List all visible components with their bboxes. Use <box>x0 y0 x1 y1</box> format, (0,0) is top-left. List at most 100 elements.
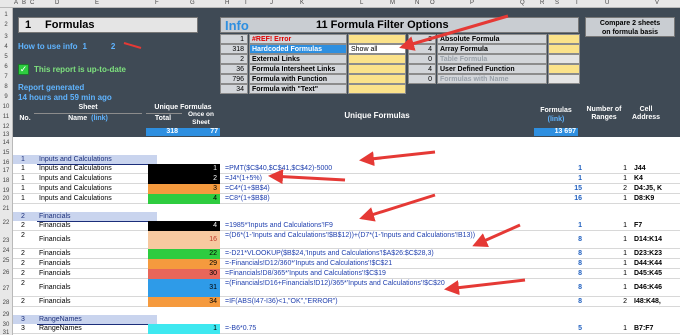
formula-count-link[interactable]: 8 <box>541 259 585 269</box>
column-letter[interactable]: M <box>390 0 395 6</box>
cell-address-link[interactable]: B7:F7 <box>631 324 680 334</box>
row-number[interactable]: 7 <box>0 74 12 80</box>
row-number[interactable]: 6 <box>0 64 12 70</box>
filter-option[interactable]: 36 Formula Intersheet Links <box>220 64 406 74</box>
formulas-link[interactable]: (link) <box>534 115 578 124</box>
table-row[interactable]: 2 Financials 16 =(D6*(1-'Inputs and Calcula… <box>13 231 680 249</box>
filter-option[interactable]: 0 Table Formula <box>408 54 580 64</box>
formula-count-link[interactable]: 1 <box>541 164 585 174</box>
cell-address-link[interactable]: D8:K9 <box>631 194 680 204</box>
row-number[interactable]: 25 <box>0 258 12 264</box>
column-letter[interactable]: P <box>470 0 474 6</box>
column-letter[interactable]: U <box>605 0 609 6</box>
filter-value-dropdown[interactable]: Show all <box>348 44 406 54</box>
row-number[interactable]: 3 <box>0 34 12 40</box>
row-number[interactable]: 17 <box>0 168 12 174</box>
sheet-name-link[interactable]: Inputs and Calculations <box>37 164 147 174</box>
filter-value-dropdown[interactable] <box>348 54 406 64</box>
column-letter[interactable]: T <box>575 0 579 6</box>
formula-count-link[interactable]: 8 <box>541 249 585 259</box>
filter-option[interactable]: 2 Absolute Formula <box>408 34 580 44</box>
filter-value-dropdown[interactable] <box>548 34 580 44</box>
filter-value-dropdown[interactable] <box>548 64 580 74</box>
cell-address-link[interactable]: D44:K44 <box>631 259 680 269</box>
column-letter[interactable]: F <box>155 0 159 6</box>
column-letter[interactable]: J <box>270 0 273 6</box>
table-row[interactable]: 2 Financials 4 =1985*'Inputs and Calculatio… <box>13 221 680 231</box>
cell-address-link[interactable]: I48:K48, <box>631 297 680 307</box>
table-row[interactable]: 2 Financials 29 =-Financials!D12/360*'Input… <box>13 259 680 269</box>
sheet-name-link[interactable]: Inputs and Calculations <box>37 194 147 204</box>
table-row[interactable]: 1 Inputs and Calculations 2 =J4*(1+5%) 1 1 K4 <box>13 174 680 184</box>
table-row[interactable]: 2 Financials 31 =(Financials!D16+Financials… <box>13 279 680 297</box>
cell-address-link[interactable]: K4 <box>631 174 680 184</box>
filter-value-dropdown[interactable] <box>548 54 580 64</box>
filter-value-dropdown[interactable] <box>348 64 406 74</box>
column-letter[interactable]: V <box>655 0 659 6</box>
formula-count-link[interactable]: 8 <box>541 297 585 307</box>
sheet-name-link[interactable]: Inputs and Calculations <box>37 174 147 184</box>
formula-count-link[interactable]: 1 <box>541 174 585 184</box>
row-number[interactable]: 21 <box>0 206 12 212</box>
column-letter[interactable]: S <box>555 0 559 6</box>
column-letter[interactable]: C <box>30 0 34 6</box>
info-link-2[interactable]: 2 <box>111 42 115 51</box>
row-number[interactable]: 16 <box>0 160 12 166</box>
row-number[interactable]: 5 <box>0 54 12 60</box>
row-number[interactable]: 19 <box>0 188 12 194</box>
sheet-name-link[interactable]: Financials <box>37 231 147 249</box>
filter-option[interactable]: 4 Array Formula <box>408 44 580 54</box>
row-number[interactable]: 12 <box>0 124 12 130</box>
filter-value-dropdown[interactable] <box>348 34 406 44</box>
row-number[interactable]: 28 <box>0 300 12 306</box>
filter-option[interactable]: 318 Hardcoded Formulas Show all <box>220 44 406 54</box>
sheet-name-link[interactable]: Financials <box>37 269 147 279</box>
cell-address-link[interactable]: J44 <box>631 164 680 174</box>
row-number[interactable]: 29 <box>0 312 12 318</box>
formula-count-link[interactable]: 8 <box>541 269 585 279</box>
filter-value-dropdown[interactable] <box>548 74 580 84</box>
filter-option[interactable]: 34 Formula with "Text" <box>220 84 406 94</box>
table-row[interactable]: 1 Inputs and Calculations 1 =PMT($C$40,$C$4… <box>13 164 680 174</box>
column-letter[interactable]: L <box>360 0 363 6</box>
row-number[interactable]: 15 <box>0 150 12 156</box>
sheet-name-link[interactable]: Financials <box>37 249 147 259</box>
row-number[interactable]: 1 <box>0 12 12 18</box>
sheet-name-link[interactable]: Inputs and Calculations <box>37 184 147 194</box>
compare-sheets-button[interactable]: Compare 2 sheets on formula basis <box>585 17 675 37</box>
filter-option[interactable]: 796 Formula with Function <box>220 74 406 84</box>
row-number[interactable]: 11 <box>0 114 12 120</box>
row-number[interactable]: 22 <box>0 220 12 226</box>
sheet-name-link[interactable]: Financials <box>37 297 147 307</box>
column-letter[interactable]: E <box>95 0 99 6</box>
sheet-name-link[interactable]: Financials <box>37 259 147 269</box>
filter-value-dropdown[interactable] <box>548 44 580 54</box>
row-number[interactable]: 2 <box>0 22 12 28</box>
column-letter[interactable]: H <box>225 0 229 6</box>
row-number[interactable]: 4 <box>0 44 12 50</box>
column-letter[interactable]: R <box>540 0 544 6</box>
filter-value-dropdown[interactable] <box>348 74 406 84</box>
sheet-name-link[interactable]: Financials <box>37 279 147 297</box>
formula-count-link[interactable]: 1 <box>541 221 585 231</box>
how-to-use-link[interactable]: How to use info <box>18 42 78 51</box>
filter-option[interactable]: 4 User Defined Function <box>408 64 580 74</box>
table-row[interactable]: 3 RangeNames 1 =-B6*0.75 5 1 B7:F7 <box>13 324 680 334</box>
row-number[interactable]: 8 <box>0 84 12 90</box>
filter-option[interactable]: 2 External Links <box>220 54 406 64</box>
cell-address-link[interactable]: D14:K14 <box>631 231 680 249</box>
column-letter[interactable]: A <box>14 0 18 6</box>
info-link-1[interactable]: 1 <box>83 42 87 51</box>
row-number[interactable]: 18 <box>0 178 12 184</box>
column-letter[interactable]: D <box>55 0 59 6</box>
row-number[interactable]: 30 <box>0 322 12 328</box>
cell-address-link[interactable]: D4:J5, K <box>631 184 680 194</box>
column-letter[interactable]: Q <box>520 0 525 6</box>
cell-address-link[interactable]: D46:K46 <box>631 279 680 297</box>
row-number[interactable]: 20 <box>0 196 12 202</box>
table-row[interactable]: 2 Financials 34 =IF(ABS(I47-I36)<1,"OK","ER… <box>13 297 680 307</box>
row-number[interactable]: 14 <box>0 140 12 146</box>
table-row[interactable]: 2 Financials 30 =Financials!D8/365*'Inputs … <box>13 269 680 279</box>
cell-address-link[interactable]: D45:K45 <box>631 269 680 279</box>
column-letter[interactable]: B <box>22 0 26 6</box>
